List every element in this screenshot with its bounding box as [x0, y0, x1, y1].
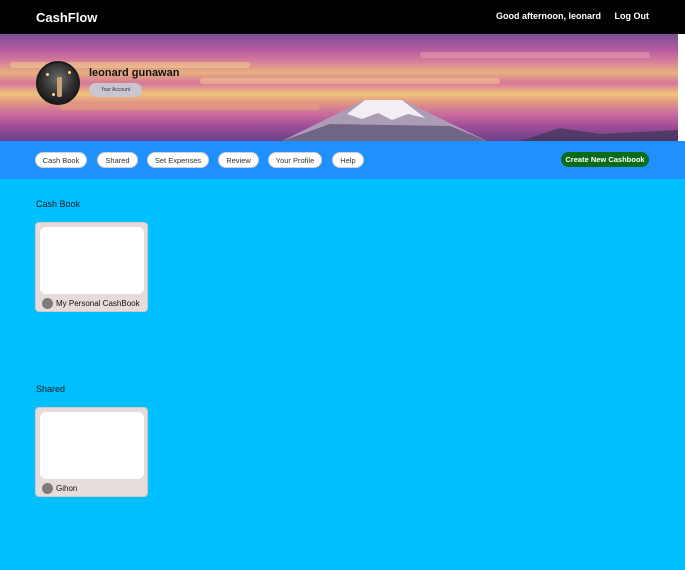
- tab-your-profile[interactable]: Your Profile: [268, 152, 322, 168]
- section-title-cash-book: Cash Book: [36, 199, 81, 209]
- owner-avatar-icon: [42, 483, 53, 494]
- card-label: My Personal CashBook: [56, 299, 140, 308]
- card-thumbnail: [40, 227, 144, 294]
- banner-edge: [678, 34, 685, 141]
- tab-shared[interactable]: Shared: [97, 152, 138, 168]
- tab-review[interactable]: Review: [218, 152, 259, 168]
- top-bar: CashFlow Good afternoon, leonard Log Out: [0, 0, 685, 34]
- card-label: Gihon: [56, 484, 78, 493]
- create-cashbook-button[interactable]: Create New Cashbook: [561, 152, 649, 167]
- tab-set-expenses[interactable]: Set Expenses: [147, 152, 209, 168]
- greeting-text: Good afternoon, leonard: [496, 11, 601, 21]
- owner-avatar-icon: [42, 298, 53, 309]
- profile-name: leonard gunawan: [89, 67, 180, 79]
- nav-bar: Cash Book Shared Set Expenses Review You…: [0, 141, 685, 179]
- cloud-streak: [60, 104, 320, 110]
- your-account-button[interactable]: Your Account: [89, 83, 142, 97]
- cloud-streak: [420, 52, 650, 58]
- shared-card[interactable]: Gihon: [35, 407, 148, 497]
- cashbook-card[interactable]: My Personal CashBook: [35, 222, 148, 312]
- profile-banner: leonard gunawan Your Account: [0, 34, 678, 141]
- logout-link[interactable]: Log Out: [615, 11, 650, 21]
- brand-logo[interactable]: CashFlow: [36, 10, 97, 25]
- cloud-streak: [200, 78, 500, 84]
- avatar[interactable]: [36, 61, 80, 105]
- section-title-shared: Shared: [36, 384, 66, 394]
- tab-cash-book[interactable]: Cash Book: [35, 152, 87, 168]
- tab-help[interactable]: Help: [332, 152, 364, 168]
- card-thumbnail: [40, 412, 144, 479]
